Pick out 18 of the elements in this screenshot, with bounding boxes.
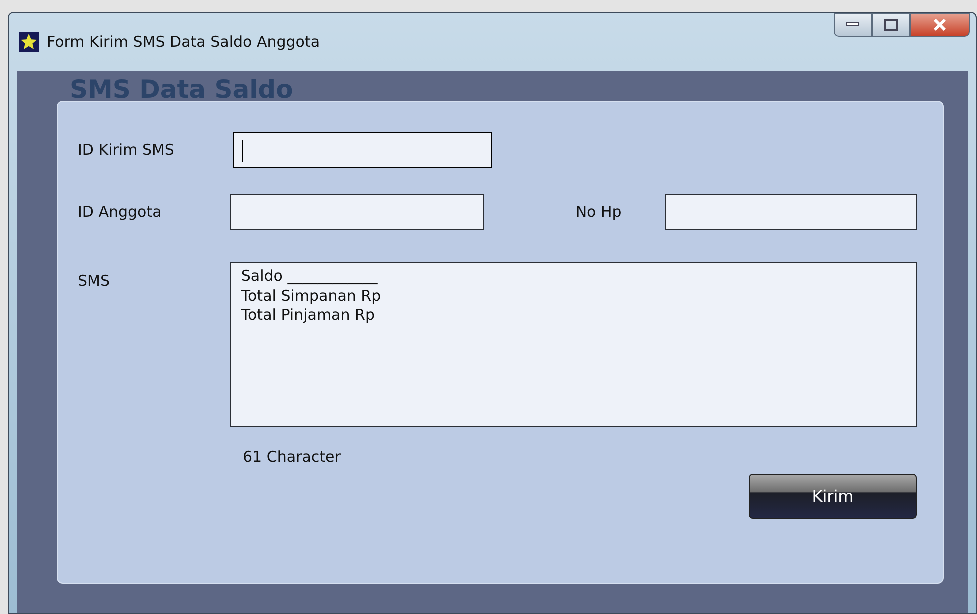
close-icon [933,19,947,31]
message-text-area[interactable]: Saldo ____________ Total Simpanan Rp Total Pinjaman Rp [230,262,917,427]
minimize-button[interactable] [834,13,872,37]
send-button[interactable]: Kirim [749,474,917,519]
input-field[interactable] [664,194,917,230]
field-label: ID Kirim SMS [78,140,176,161]
window-title: Form Kirim SMS Data Saldo Anggota [47,32,320,53]
input-field[interactable] [233,132,492,168]
maximize-button[interactable] [872,13,910,37]
field-label: No Hp [576,202,623,223]
input-field[interactable] [230,194,484,230]
character-count: 61 Character [243,448,341,466]
maximize-icon [884,19,898,31]
minimize-icon [846,22,860,28]
star-icon [19,32,39,52]
field-label: ID Anggota [78,202,163,223]
close-button[interactable] [910,13,970,37]
field-label: SMS [78,271,111,292]
